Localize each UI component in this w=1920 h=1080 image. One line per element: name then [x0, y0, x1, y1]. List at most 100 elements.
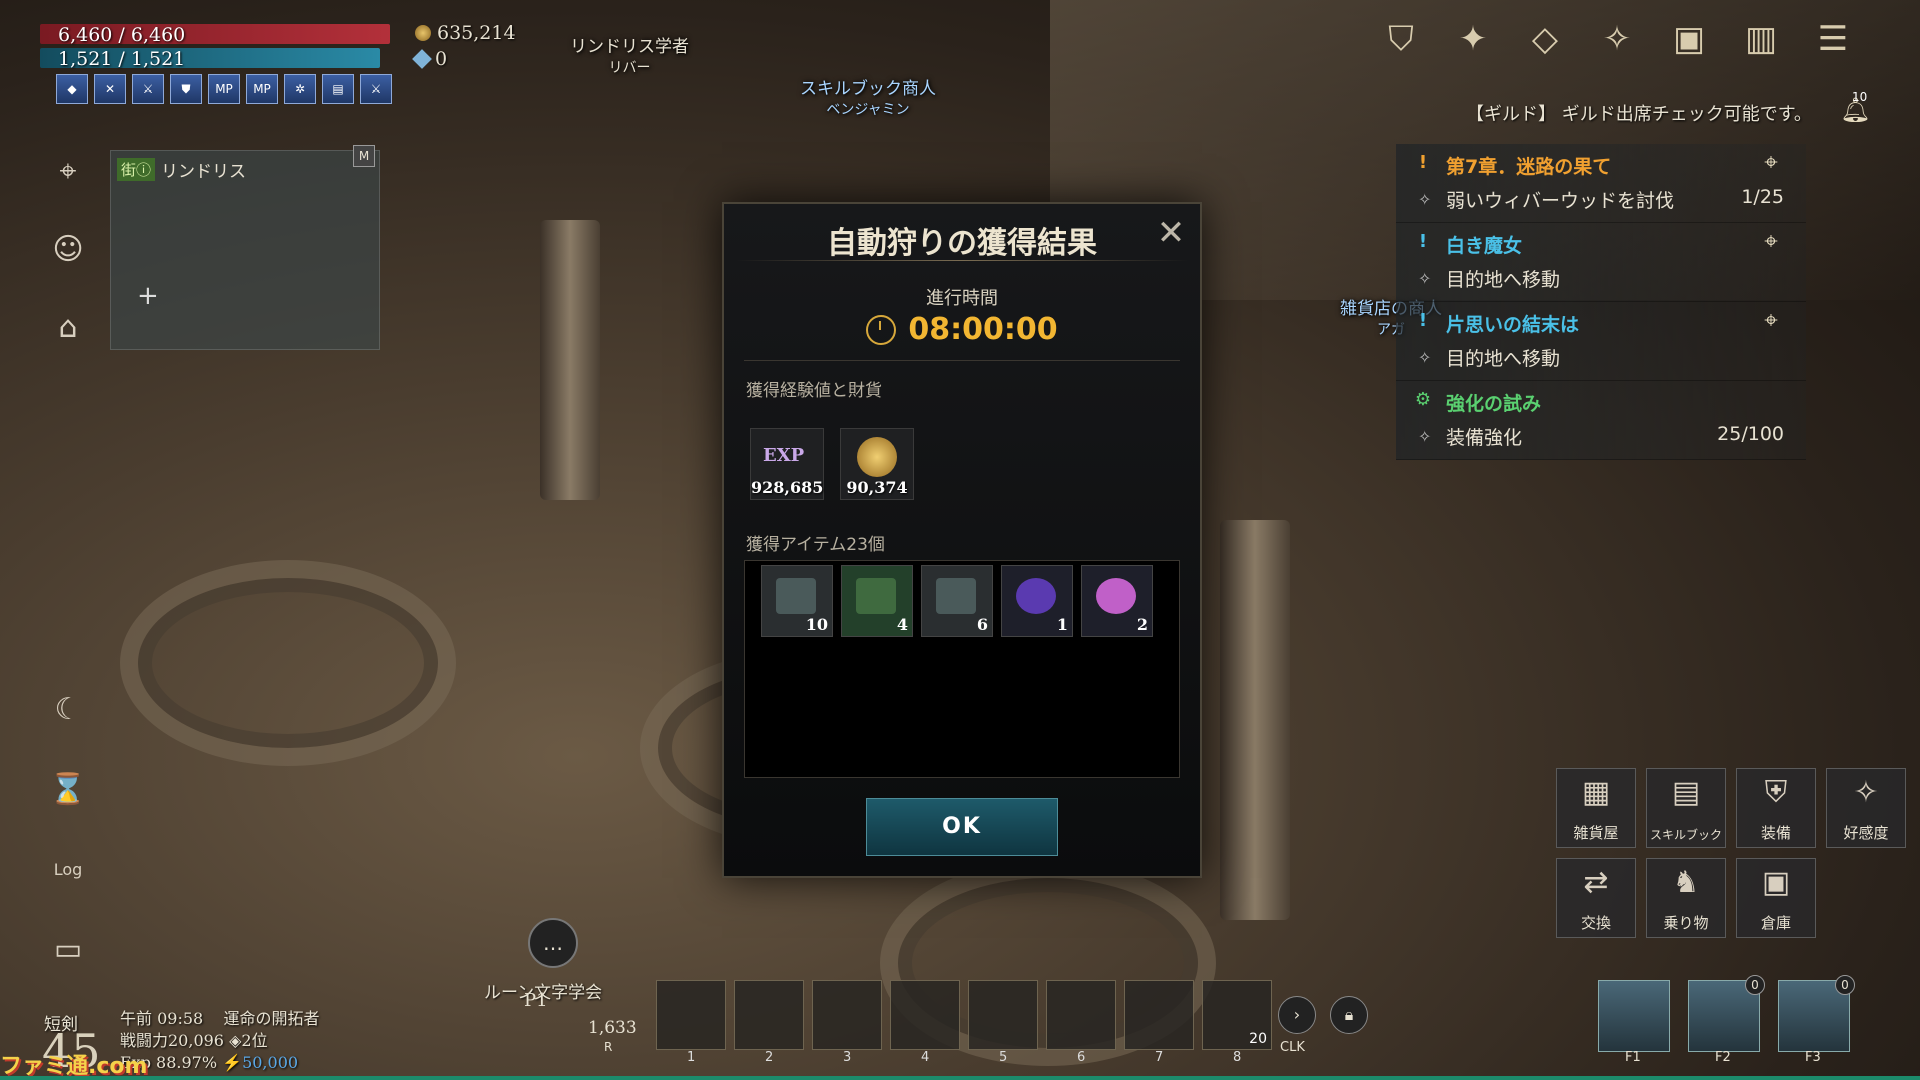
item-slot[interactable]: 2	[1081, 565, 1153, 637]
buff-icon[interactable]: ✕	[94, 74, 126, 104]
log-icon[interactable]: Log	[48, 850, 88, 890]
affinity-button[interactable]: ✧ 好感度	[1826, 768, 1906, 848]
quest-entry[interactable]: ! 第7章．迷路の果て ✧ 弱いウィバーウッドを討伐 1/25 ⌖	[1396, 144, 1806, 223]
buff-icon[interactable]: ⚔	[132, 74, 164, 104]
items-title: 獲得アイテム23個	[746, 535, 885, 555]
warehouse-button[interactable]: ▣ 倉庫	[1736, 858, 1816, 938]
chat-button[interactable]: …	[528, 918, 578, 968]
chevron-right-icon[interactable]: ›	[1278, 996, 1316, 1034]
moon-icon[interactable]: ☾	[48, 690, 88, 730]
buff-icon[interactable]: ⛊	[170, 74, 202, 104]
quest-entry[interactable]: ! 片思いの結末は ✧ 目的地へ移動 ⌖	[1396, 302, 1806, 381]
general-store-button[interactable]: ▦ 雑貨屋	[1556, 768, 1636, 848]
quest-badge-icon: !	[1418, 231, 1428, 252]
quest-entry[interactable]: ⚙ 強化の試み ✧ 装備強化 25/100	[1396, 381, 1806, 460]
f-key-badge: 0	[1835, 975, 1855, 995]
gold-display: 635,214	[415, 22, 516, 44]
skill-slot[interactable]: 6	[1046, 980, 1116, 1065]
zoom-plus-icon[interactable]: +	[137, 281, 167, 311]
map-pin-icon[interactable]: ⌖	[1756, 148, 1786, 178]
star-quest-icon[interactable]: ✦	[1448, 14, 1498, 64]
buff-icon[interactable]: MP	[246, 74, 278, 104]
f2-slot[interactable]: 0 F2	[1688, 975, 1765, 1065]
npc-name: リバー	[608, 60, 651, 76]
minimap-location: 街ⓘ リンドリス	[117, 157, 246, 182]
item-slot[interactable]: 1	[1001, 565, 1073, 637]
diamond-bullet-icon: ✧	[1418, 427, 1432, 446]
f-key-slots: F1 0 F2 0 F3	[1598, 975, 1855, 1065]
buff-icon[interactable]: MP	[208, 74, 240, 104]
item-slot[interactable]: 10	[761, 565, 833, 637]
player-title: 運命の開拓者	[223, 1009, 320, 1028]
minimap[interactable]: 街ⓘ リンドリス M +	[110, 145, 380, 350]
gear-icon: ⚙	[1414, 389, 1432, 410]
guild-crest-icon[interactable]: ⛉	[1376, 14, 1426, 64]
exchange-button[interactable]: ⇄ 交換	[1556, 858, 1636, 938]
diamond-bullet-icon: ✧	[1418, 269, 1432, 288]
party-icon[interactable]: ☺	[48, 230, 88, 270]
f-key-label: F1	[1625, 1050, 1641, 1065]
divider	[736, 260, 1188, 261]
left-icon-column: ⌖ ☺ ⌂	[48, 152, 88, 348]
quest-entry[interactable]: ! 白き魔女 ✧ 目的地へ移動 ⌖	[1396, 223, 1806, 302]
f3-slot[interactable]: 0 F3	[1778, 975, 1855, 1065]
chest-icon: ▣	[1761, 865, 1791, 900]
skill-slot[interactable]: 7	[1124, 980, 1194, 1065]
quest-title: 強化の試み	[1446, 393, 1542, 415]
skill-slot[interactable]: 20 8	[1202, 980, 1272, 1065]
rank: 2位	[241, 1031, 268, 1050]
quick-menu: ▦ 雑貨屋 ▤ スキルブック ⛨ 装備 ✧ 好感度 ⇄ 交換 ♞ 乗り物 ▣ 倉庫	[1556, 768, 1906, 938]
map-key-badge[interactable]: M	[353, 145, 375, 167]
skill-slot[interactable]: 2	[734, 980, 804, 1065]
item-slot[interactable]: 4	[841, 565, 913, 637]
skillbook-button[interactable]: ▤ スキルブック	[1646, 768, 1726, 848]
mp-value: 1,521 / 1,521	[58, 48, 186, 70]
map-pin-icon[interactable]: ⌖	[1756, 306, 1786, 336]
chest-icon	[776, 578, 816, 614]
ok-button[interactable]: OK	[866, 798, 1058, 856]
mount-button[interactable]: ♞ 乗り物	[1646, 858, 1726, 938]
item-slot[interactable]: 6	[921, 565, 993, 637]
buff-icon[interactable]: ▤	[322, 74, 354, 104]
gem-amount: 0	[435, 48, 448, 70]
equipment-button[interactable]: ⛨ 装備	[1736, 768, 1816, 848]
bag-icon[interactable]: ▥	[1736, 14, 1786, 64]
slot-number: 1	[687, 1050, 696, 1065]
skill-slot[interactable]: 4	[890, 980, 960, 1065]
compass-icon[interactable]: ✧	[1592, 14, 1642, 64]
exp-reward[interactable]: EXP 928,685	[750, 428, 824, 500]
skill-slot[interactable]: 3	[812, 980, 882, 1065]
hamburger-menu-icon[interactable]: ☰	[1808, 14, 1858, 64]
diamond-shop-icon[interactable]: ◇	[1520, 14, 1570, 64]
gold-reward[interactable]: 90,374	[840, 428, 914, 500]
item-count: 10	[805, 615, 828, 634]
left-lower-icons: ☾ ⌛ Log ▭	[48, 690, 88, 970]
location-pin-icon[interactable]: ⌖	[48, 152, 88, 192]
close-icon[interactable]: ✕	[1154, 216, 1188, 250]
home-icon[interactable]: ⌂	[48, 308, 88, 348]
dialog-title: 自動狩りの獲得結果	[827, 226, 1097, 261]
buff-icon[interactable]: ◆	[56, 74, 88, 104]
quest-objective: 目的地へ移動	[1446, 348, 1561, 370]
quest-badge-icon: !	[1418, 310, 1428, 331]
weapon-chest-icon	[936, 578, 976, 614]
buff-icon[interactable]: ⚔	[360, 74, 392, 104]
gold-amount: 635,214	[437, 22, 516, 44]
quest-badge-icon: !	[1418, 152, 1428, 173]
skill-slot[interactable]: 5	[968, 980, 1038, 1065]
map-pin-icon[interactable]: ⌖	[1756, 227, 1786, 257]
potion-count[interactable]: 1,633	[588, 1018, 637, 1038]
lock-icon[interactable]: 🔒︎	[1330, 996, 1368, 1034]
skill-slot[interactable]: 1	[656, 980, 726, 1065]
card-icon[interactable]: ▣	[1664, 14, 1714, 64]
buff-icon[interactable]: ✲	[284, 74, 316, 104]
hp-value: 6,460 / 6,460	[58, 24, 186, 46]
hourglass-icon[interactable]: ⌛	[48, 770, 88, 810]
quest-tracker: ! 第7章．迷路の果て ✧ 弱いウィバーウッドを討伐 1/25 ⌖ ! 白き魔女…	[1396, 144, 1806, 460]
f1-slot[interactable]: F1	[1598, 980, 1670, 1065]
preset-label[interactable]: P1	[524, 990, 548, 1011]
chat-bubble-icon[interactable]: ▭	[48, 930, 88, 970]
menu-label: 好感度	[1843, 824, 1889, 842]
exp-icon: EXP	[763, 445, 805, 466]
slot-number: 7	[1155, 1050, 1164, 1065]
